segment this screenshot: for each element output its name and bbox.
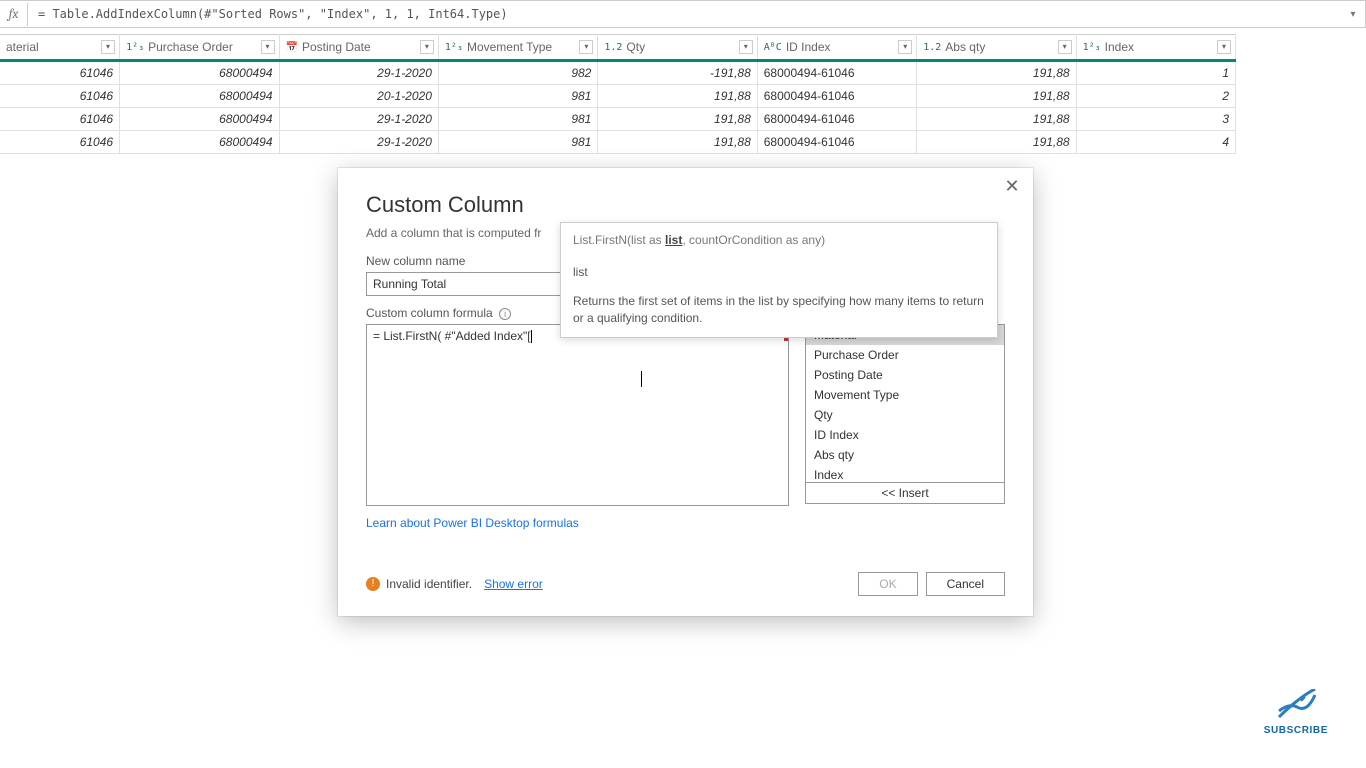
subscribe-badge[interactable]: SUBSCRIBE — [1264, 689, 1328, 736]
col-index[interactable]: 1²₃Index▾ — [1076, 35, 1235, 61]
col-posting-date[interactable]: 📅Posting Date▾ — [279, 35, 438, 61]
avail-item[interactable]: Qty — [806, 405, 1004, 425]
formula-bar-text[interactable]: = Table.AddIndexColumn(#"Sorted Rows", "… — [28, 7, 1341, 21]
info-icon[interactable]: i — [499, 308, 511, 320]
table-row[interactable]: 610466800049429-1-2020982-191,8868000494… — [0, 61, 1236, 85]
formula-textarea[interactable]: = List.FirstN( #"Added Index"[ — [366, 324, 789, 506]
subscribe-text: SUBSCRIBE — [1264, 725, 1328, 736]
col-movement-type[interactable]: 1²₃Movement Type▾ — [438, 35, 597, 61]
col-purchase-order[interactable]: 1²₃Purchase Order▾ — [120, 35, 279, 61]
intellisense-tooltip: List.FirstN(list as list, countOrConditi… — [560, 222, 998, 338]
text-cursor — [531, 330, 532, 343]
show-error-link[interactable]: Show error — [484, 577, 543, 591]
learn-link[interactable]: Learn about Power BI Desktop formulas — [366, 516, 579, 530]
avail-item[interactable]: Purchase Order — [806, 345, 1004, 365]
avail-item[interactable]: Movement Type — [806, 385, 1004, 405]
tooltip-signature: List.FirstN(list as list, countOrConditi… — [573, 233, 985, 247]
formula-bar: fx = Table.AddIndexColumn(#"Sorted Rows"… — [0, 0, 1366, 28]
fx-icon[interactable]: fx — [0, 3, 28, 26]
insert-button[interactable]: << Insert — [805, 482, 1005, 504]
col-id-index[interactable]: AᴮCID Index▾ — [757, 35, 916, 61]
table-row[interactable]: 610466800049429-1-2020981191,8868000494-… — [0, 131, 1236, 154]
col-material[interactable]: aterial▾ — [0, 35, 120, 61]
avail-item[interactable]: Posting Date — [806, 365, 1004, 385]
tooltip-param: list — [573, 265, 985, 279]
chevron-down-icon[interactable]: ▾ — [1217, 40, 1231, 54]
chevron-down-icon[interactable]: ▾ — [420, 40, 434, 54]
error-text: Invalid identifier. — [386, 577, 472, 591]
avail-item[interactable]: Index — [806, 465, 1004, 483]
table-row[interactable]: 610466800049429-1-2020981191,8868000494-… — [0, 108, 1236, 131]
chevron-down-icon[interactable]: ▾ — [1341, 9, 1365, 20]
dialog-title: Custom Column — [366, 192, 1005, 218]
warning-icon: ! — [366, 577, 380, 591]
chevron-down-icon[interactable]: ▾ — [1058, 40, 1072, 54]
cancel-button[interactable]: Cancel — [926, 572, 1005, 596]
tooltip-body: Returns the first set of items in the li… — [573, 293, 985, 327]
data-table: aterial▾ 1²₃Purchase Order▾ 📅Posting Dat… — [0, 34, 1236, 154]
ok-button[interactable]: OK — [858, 572, 917, 596]
close-icon[interactable]: ✕ — [1001, 176, 1023, 197]
chevron-down-icon[interactable]: ▾ — [101, 40, 115, 54]
col-qty[interactable]: 1.2Qty▾ — [598, 35, 757, 61]
chevron-down-icon[interactable]: ▾ — [739, 40, 753, 54]
text-caret — [641, 371, 642, 387]
avail-item[interactable]: Abs qty — [806, 445, 1004, 465]
chevron-down-icon[interactable]: ▾ — [261, 40, 275, 54]
available-columns-list[interactable]: MaterialPurchase OrderPosting DateMoveme… — [805, 324, 1005, 483]
avail-item[interactable]: ID Index — [806, 425, 1004, 445]
col-abs-qty[interactable]: 1.2Abs qty▾ — [917, 35, 1076, 61]
chevron-down-icon[interactable]: ▾ — [898, 40, 912, 54]
chevron-down-icon[interactable]: ▾ — [579, 40, 593, 54]
dna-icon — [1273, 689, 1319, 721]
table-header-row: aterial▾ 1²₃Purchase Order▾ 📅Posting Dat… — [0, 35, 1236, 61]
table-row[interactable]: 610466800049420-1-2020981191,8868000494-… — [0, 85, 1236, 108]
